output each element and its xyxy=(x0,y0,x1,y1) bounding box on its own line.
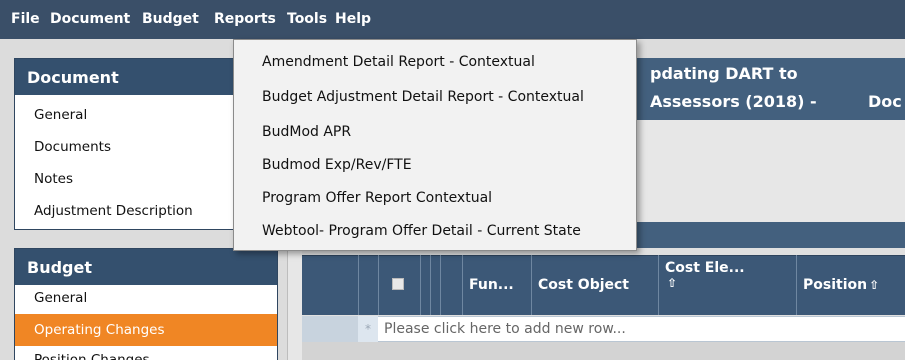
new-row-placeholder[interactable]: Please click here to add new row... xyxy=(384,316,626,342)
menu-item-amendment-detail-report[interactable]: Amendment Detail Report - Contextual xyxy=(262,52,535,72)
menu-bar: File Document Budget Reports Tools Help xyxy=(0,0,905,39)
grid-header-fund[interactable]: Fun... xyxy=(462,255,531,315)
grid-header-cost-object[interactable]: Cost Object xyxy=(531,255,658,315)
sidebar-item-operating-changes[interactable]: Operating Changes xyxy=(15,314,277,346)
grid-header-position-label: Position xyxy=(803,277,868,293)
grid-header-fund-label: Fun... xyxy=(469,277,514,293)
menu-file[interactable]: File xyxy=(11,0,40,39)
grid-header-position[interactable]: Position ⇧ xyxy=(796,255,905,315)
grid-header-cost-element[interactable]: Cost Ele... ⇧ xyxy=(658,255,796,315)
menu-budget[interactable]: Budget xyxy=(142,0,199,39)
sort-icon: ⇧ xyxy=(667,276,678,290)
sidebar-item-position-changes[interactable]: Position Changes xyxy=(15,344,277,360)
sort-icon: ⇧ xyxy=(869,278,880,292)
document-id-label: Doc xyxy=(868,92,902,111)
menu-document[interactable]: Document xyxy=(50,0,130,39)
select-all-checkbox-icon[interactable] xyxy=(392,278,404,290)
menu-reports[interactable]: Reports xyxy=(214,0,276,39)
grid-body xyxy=(302,342,905,360)
menu-item-budget-adjustment-detail-report[interactable]: Budget Adjustment Detail Report - Contex… xyxy=(262,87,584,107)
budget-panel-title: Budget xyxy=(15,249,277,285)
grid-header-spacer xyxy=(420,255,430,315)
grid-header-spacer xyxy=(430,255,440,315)
grid-header-expander xyxy=(358,255,378,315)
document-subtitle: Assessors (2018) - xyxy=(650,92,817,111)
menu-item-budmod-exp-rev-fte[interactable]: Budmod Exp/Rev/FTE xyxy=(262,155,412,175)
menu-item-budmod-apr[interactable]: BudMod APR xyxy=(262,122,351,142)
grid-header-spacer xyxy=(440,255,462,315)
reports-dropdown-menu: Amendment Detail Report - Contextual Bud… xyxy=(233,39,637,251)
document-title: pdating DART to xyxy=(650,64,798,83)
new-row-indicator xyxy=(302,316,358,342)
budget-panel: Budget General Operating Changes Positio… xyxy=(14,248,278,360)
menu-item-webtool-program-offer-detail[interactable]: Webtool- Program Offer Detail - Current … xyxy=(262,221,581,241)
menu-help[interactable]: Help xyxy=(335,0,371,39)
new-row-star-icon: * xyxy=(358,316,378,342)
sidebar-item-budget-general[interactable]: General xyxy=(15,282,277,314)
grid-header-cost-element-label: Cost Ele... xyxy=(665,260,745,276)
menu-tools[interactable]: Tools xyxy=(287,0,327,39)
menu-item-program-offer-report[interactable]: Program Offer Report Contextual xyxy=(262,188,492,208)
grid-header-cost-object-label: Cost Object xyxy=(538,277,629,293)
